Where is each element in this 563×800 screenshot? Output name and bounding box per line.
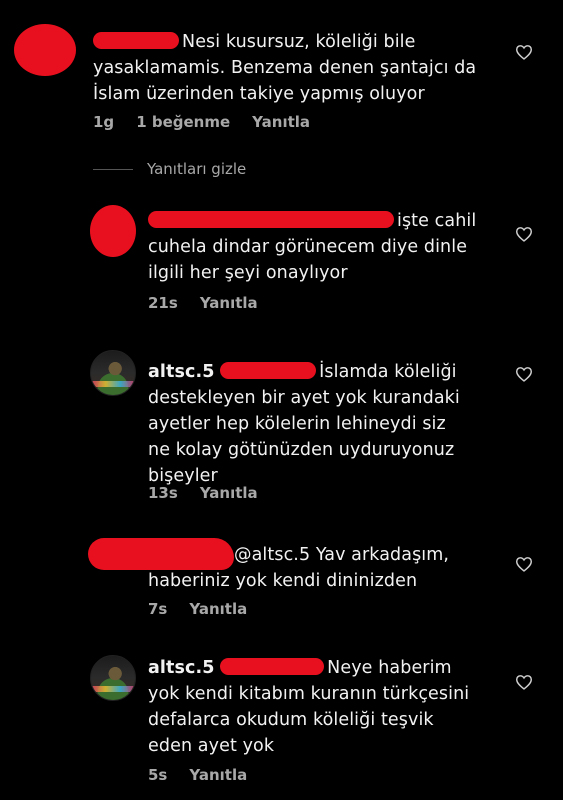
comment-3-meta: 13s Yanıtla (148, 484, 280, 502)
comment-line: İslamda köleliği (319, 362, 457, 382)
reply-button[interactable]: Yanıtla (200, 484, 258, 502)
comment-4-meta: 7s Yanıtla (148, 600, 269, 618)
comment-line: yok kendi kitabım kuranın türkçesini (148, 684, 470, 704)
comment-2-meta: 21s Yanıtla (148, 294, 280, 312)
reply-button[interactable]: Yanıtla (189, 766, 247, 784)
comment-line: Neye haberim (327, 658, 452, 678)
timestamp: 5s (148, 766, 168, 784)
comment-4-text: @altsc.5 Yav arkadaşım, haberiniz yok ke… (148, 542, 449, 594)
user-avatar[interactable] (90, 655, 136, 701)
timestamp: 21s (148, 294, 178, 312)
username[interactable]: altsc.5 (148, 362, 215, 382)
redacted-username (220, 362, 317, 379)
comment-line: yasaklamamis. Benzema denen şantajcı da (93, 58, 477, 78)
comment-5-meta: 5s Yanıtla (148, 766, 269, 784)
comment-1-meta: 1g 1 beğenme Yanıtla (93, 113, 332, 131)
comment-line: haberiniz yok kendi dininizden (148, 571, 418, 591)
divider (93, 169, 133, 170)
comment-line: Nesi kusursuz, köleliği bile (182, 32, 416, 52)
comment-line: İslam üzerinden takiye yapmış oluyor (93, 84, 425, 104)
comment-line: destekleyen bir ayet yok kurandaki (148, 388, 460, 408)
reply-button[interactable]: Yanıtla (252, 113, 310, 131)
like-count[interactable]: 1 beğenme (136, 113, 230, 131)
reply-button[interactable]: Yanıtla (200, 294, 258, 312)
comment-5-text: altsc.5 Neye haberim yok kendi kitabım k… (148, 655, 469, 759)
redacted-username (93, 32, 179, 49)
heart-icon[interactable] (515, 366, 533, 382)
comment-1-text: Nesi kusursuz, köleliği bile yasaklamami… (93, 29, 476, 107)
heart-icon[interactable] (515, 44, 533, 60)
reply-button[interactable]: Yanıtla (189, 600, 247, 618)
comment-2-text: işte cahil cuhela dindar görünecem diye … (148, 208, 476, 286)
user-avatar[interactable] (90, 350, 136, 396)
timestamp: 1g (93, 113, 115, 131)
hide-replies-label: Yanıtları gizle (147, 160, 247, 178)
redacted-avatar (90, 205, 136, 257)
comment-line: eden ayet yok (148, 736, 275, 756)
username[interactable]: altsc.5 (148, 658, 215, 678)
mention-link[interactable]: @altsc.5 (234, 545, 310, 565)
comment-line: cuhela dindar görünecem diye dinle (148, 237, 468, 257)
comment-3-text: altsc.5 İslamda köleliği destekleyen bir… (148, 359, 460, 489)
heart-icon[interactable] (515, 226, 533, 242)
hide-replies-toggle[interactable]: Yanıtları gizle (93, 160, 246, 178)
heart-icon[interactable] (515, 556, 533, 572)
avatar-decoration (91, 381, 135, 387)
comment-line: işte cahil (397, 211, 477, 231)
redacted-username (148, 211, 394, 228)
redacted-username (220, 658, 325, 675)
comment-line: ayetler hep kölelerin lehineydi siz (148, 414, 446, 434)
comment-line: ne kolay götünüzden uyduruyonuz (148, 440, 455, 460)
comment-line: Yav arkadaşım, (315, 545, 450, 565)
heart-icon[interactable] (515, 674, 533, 690)
redacted-avatar (14, 24, 76, 76)
comment-line: defalarca okudum köleliği teşvik (148, 710, 434, 730)
timestamp: 13s (148, 484, 178, 502)
avatar-decoration (91, 686, 135, 692)
comment-line: ilgili her şeyi onaylıyor (148, 263, 348, 283)
timestamp: 7s (148, 600, 168, 618)
